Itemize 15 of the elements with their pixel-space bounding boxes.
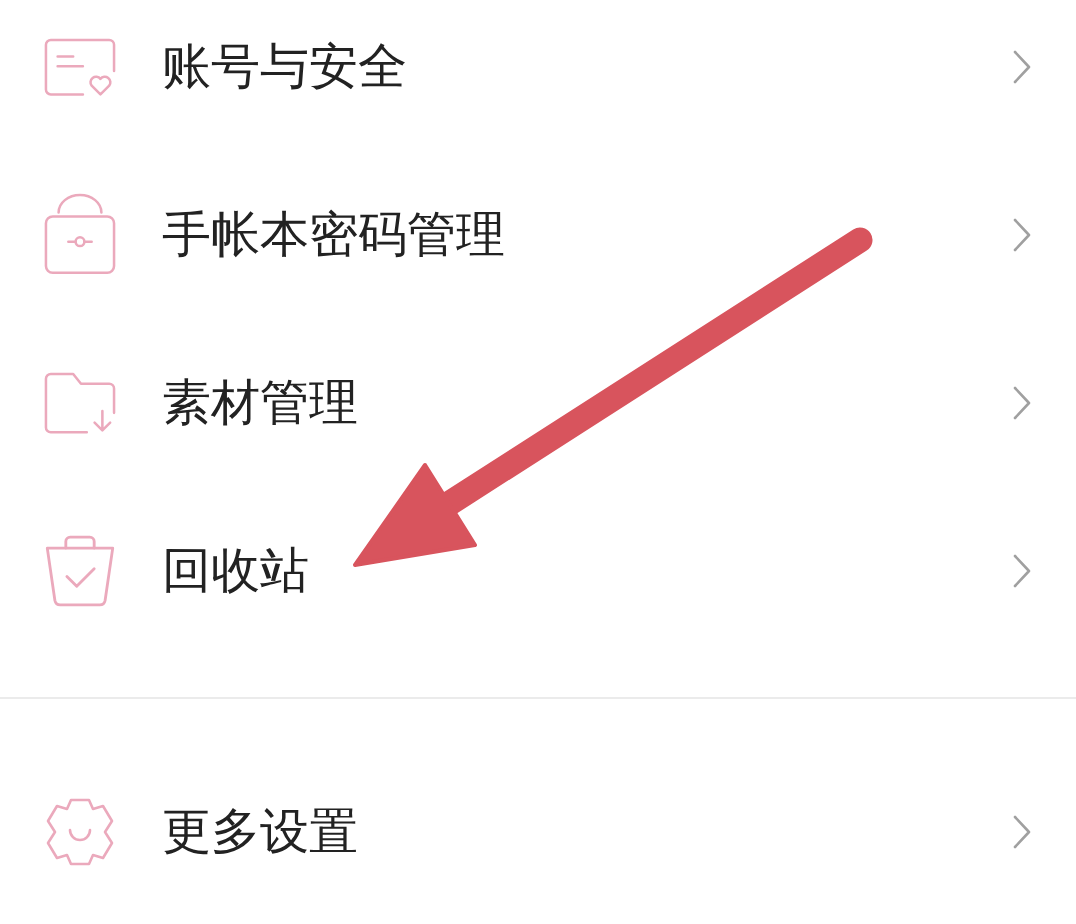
chevron-right-icon bbox=[1012, 386, 1032, 420]
chevron-right-icon bbox=[1012, 815, 1032, 849]
card-heart-icon bbox=[44, 37, 116, 97]
settings-item[interactable]: 素材管理 bbox=[0, 336, 1076, 470]
bag-check-icon bbox=[44, 535, 116, 607]
settings-item[interactable]: 手帐本密码管理 bbox=[0, 168, 1076, 302]
lock-icon bbox=[44, 195, 116, 275]
settings-item[interactable]: 更多设置 bbox=[0, 765, 1076, 899]
gear-smile-icon bbox=[44, 797, 116, 867]
chevron-right-icon bbox=[1012, 554, 1032, 588]
chevron-right-icon bbox=[1012, 218, 1032, 252]
settings-item[interactable]: 回收站 bbox=[0, 504, 1076, 638]
folder-arrow-icon bbox=[44, 371, 116, 435]
settings-item[interactable]: 账号与安全 bbox=[0, 0, 1076, 134]
chevron-right-icon bbox=[1012, 50, 1032, 84]
